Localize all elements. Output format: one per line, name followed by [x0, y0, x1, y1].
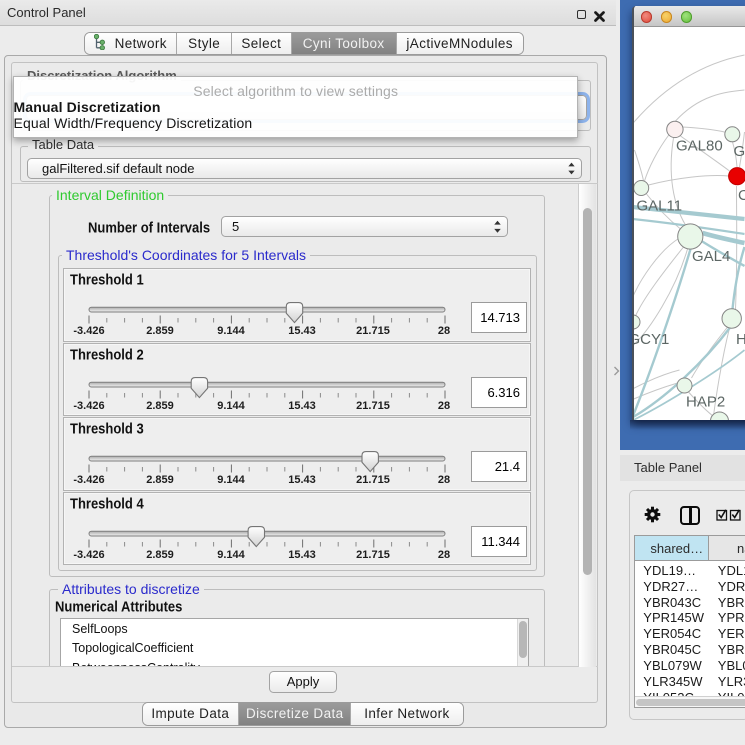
- svg-text:-3.426: -3.426: [73, 549, 104, 561]
- svg-text:28: 28: [438, 474, 450, 486]
- svg-text:9.144: 9.144: [217, 325, 245, 337]
- svg-text:CR: CR: [738, 187, 745, 204]
- svg-text:28: 28: [438, 325, 450, 337]
- svg-text:-3.426: -3.426: [73, 474, 104, 486]
- svg-text:GAL4: GAL4: [692, 248, 730, 265]
- svg-text:9.144: 9.144: [217, 474, 245, 486]
- svg-text:21.715: 21.715: [356, 400, 390, 412]
- svg-text:GAL11: GAL11: [637, 198, 683, 215]
- svg-text:HAP2: HAP2: [686, 394, 725, 411]
- svg-text:9.144: 9.144: [217, 549, 245, 561]
- svg-text:15.43: 15.43: [288, 325, 316, 337]
- svg-text:15.43: 15.43: [288, 549, 316, 561]
- svg-text:9.144: 9.144: [217, 400, 245, 412]
- svg-text:21.715: 21.715: [356, 325, 390, 337]
- svg-text:2.859: 2.859: [146, 400, 174, 412]
- svg-text:GCY1: GCY1: [634, 331, 669, 348]
- svg-text:GAL80: GAL80: [676, 138, 723, 155]
- svg-text:28: 28: [438, 549, 450, 561]
- svg-text:21.715: 21.715: [356, 474, 390, 486]
- svg-text:15.43: 15.43: [288, 400, 316, 412]
- svg-text:2.859: 2.859: [146, 474, 174, 486]
- svg-text:21.715: 21.715: [356, 549, 390, 561]
- svg-text:-3.426: -3.426: [73, 325, 104, 337]
- svg-text:H: H: [736, 331, 745, 348]
- svg-text:GA: GA: [734, 143, 745, 160]
- svg-text:2.859: 2.859: [146, 325, 174, 337]
- svg-text:-3.426: -3.426: [73, 400, 104, 412]
- svg-text:28: 28: [438, 400, 450, 412]
- svg-text:2.859: 2.859: [146, 549, 174, 561]
- svg-text:15.43: 15.43: [288, 474, 316, 486]
